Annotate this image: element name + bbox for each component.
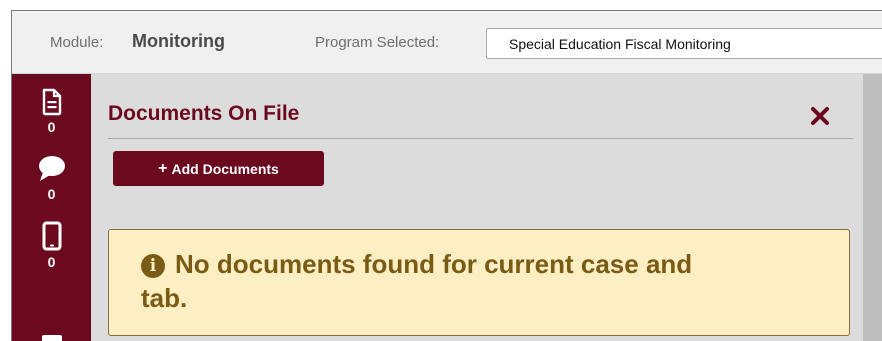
plus-icon: +: [158, 159, 168, 177]
panel-title: Documents On File: [108, 102, 300, 125]
icon-rail: 0 0 0: [12, 74, 91, 341]
partial-icon: [41, 335, 62, 341]
module-label: Module:: [50, 34, 104, 51]
title-divider: [108, 138, 853, 139]
documents-panel: Documents On File + Add Documents i No do…: [91, 74, 863, 341]
info-icon: i: [141, 254, 165, 278]
empty-state-alert: i No documents found for current case and…: [108, 229, 850, 336]
rail-item-documents[interactable]: 0: [12, 88, 91, 135]
app-frame: Module: Monitoring Program Selected: Spe…: [11, 10, 882, 341]
add-documents-label: Add Documents: [171, 160, 279, 177]
alert-message: No documents found for current case and …: [141, 249, 693, 313]
rail-item-comments[interactable]: 0: [12, 153, 91, 202]
comments-count: 0: [47, 186, 56, 202]
close-button[interactable]: [808, 104, 832, 128]
program-select[interactable]: Special Education Fiscal Monitoring: [486, 28, 882, 59]
program-label: Program Selected:: [315, 34, 440, 51]
comment-icon: [38, 156, 65, 181]
panel-scrollbar[interactable]: [863, 74, 882, 341]
alert-text: i No documents found for current case and…: [141, 247, 701, 315]
rail-item-mobile[interactable]: 0: [12, 221, 91, 270]
rail-item-more[interactable]: [12, 333, 91, 341]
close-icon: [811, 107, 829, 125]
mobile-count: 0: [47, 254, 56, 270]
mobile-phone-icon: [42, 221, 61, 251]
documents-count: 0: [47, 119, 56, 135]
module-bar: Module: Monitoring Program Selected: Spe…: [12, 11, 882, 74]
add-documents-button[interactable]: + Add Documents: [113, 151, 324, 186]
module-value: Monitoring: [132, 31, 225, 51]
document-icon: [42, 88, 61, 116]
